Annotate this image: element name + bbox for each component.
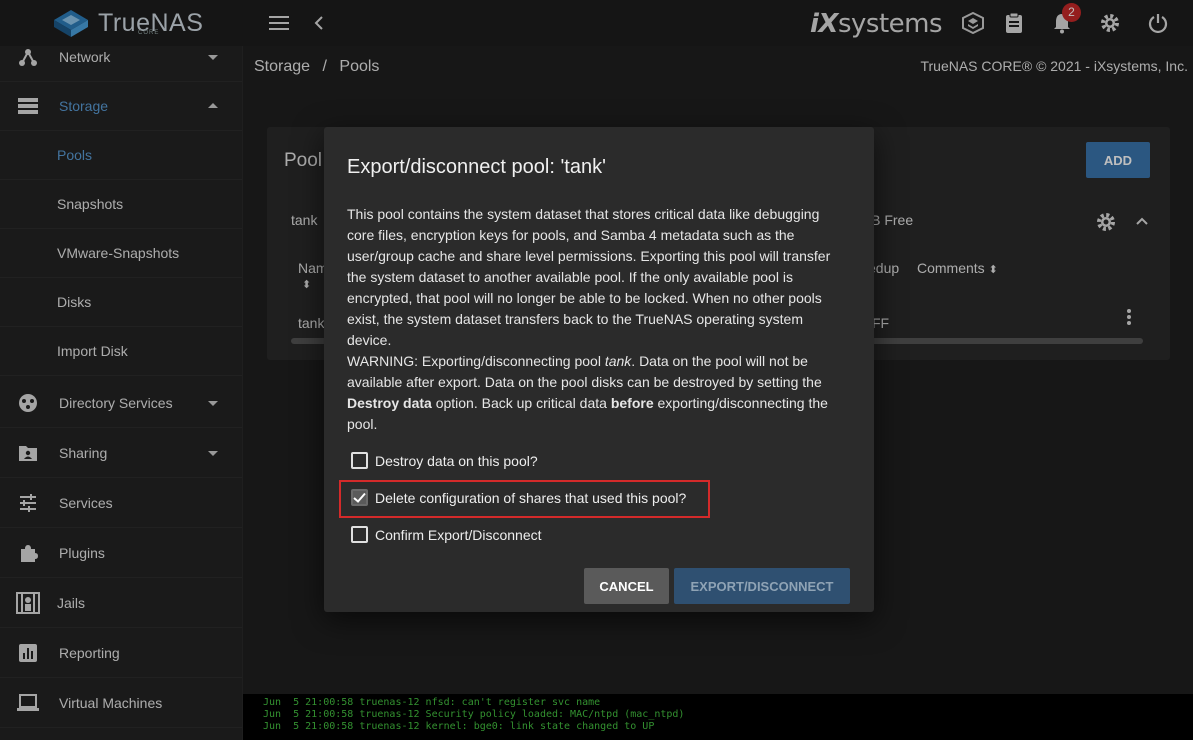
delete-shares-checkbox[interactable]: Delete configuration of shares that used… <box>351 489 686 506</box>
confirm-export-checkbox[interactable]: Confirm Export/Disconnect <box>351 526 542 543</box>
checkbox-box[interactable] <box>351 526 368 543</box>
checkbox-label: Confirm Export/Disconnect <box>375 526 542 543</box>
checkbox-label: Destroy data on this pool? <box>375 452 538 469</box>
dialog-info-paragraph: This pool contains the system dataset th… <box>347 206 831 348</box>
dialog-body: This pool contains the system dataset th… <box>347 204 839 435</box>
dialog-warning-paragraph: WARNING: Exporting/disconnecting pool ta… <box>347 353 828 432</box>
checkbox-box[interactable] <box>351 452 368 469</box>
export-disconnect-button[interactable]: EXPORT/DISCONNECT <box>674 568 850 604</box>
cancel-button[interactable]: CANCEL <box>584 568 669 604</box>
destroy-data-checkbox[interactable]: Destroy data on this pool? <box>351 452 538 469</box>
checkbox-label: Delete configuration of shares that used… <box>375 489 687 506</box>
dialog-title: Export/disconnect pool: 'tank' <box>347 156 606 178</box>
checkbox-box[interactable] <box>351 489 368 506</box>
check-icon <box>353 492 366 503</box>
